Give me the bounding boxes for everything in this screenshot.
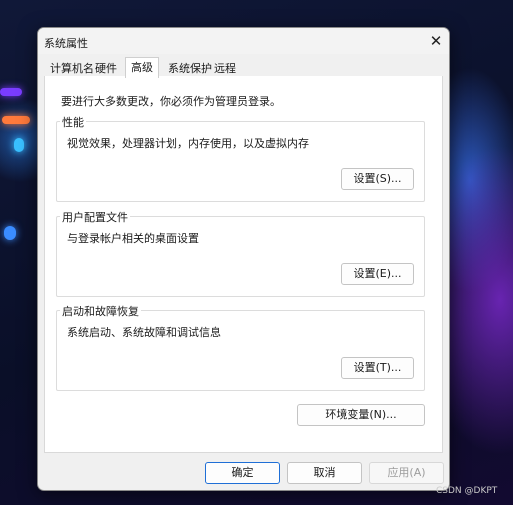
ok-button[interactable]: 确定 [205,462,280,484]
performance-description: 视觉效果，处理器计划，内存使用，以及虚拟内存 [67,137,309,150]
tab-system-protection[interactable]: 系统保护 [165,60,215,77]
user-profiles-settings-button[interactable]: 设置(E)... [341,263,414,285]
system-properties-dialog: 系统属性 ✕ 计算机名 硬件 高级 系统保护 远程 要进行大多数更改，你必须作为… [37,27,450,491]
light-streak [2,116,30,124]
user-profiles-group: 用户配置文件 与登录帐户相关的桌面设置 设置(E)... [56,209,425,297]
environment-variables-button[interactable]: 环境变量(N)... [297,404,425,426]
watermark: CSDN @DKPT [436,486,498,496]
startup-recovery-description: 系统启动、系统故障和调试信息 [67,326,221,339]
admin-note: 要进行大多数更改，你必须作为管理员登录。 [61,95,281,108]
tab-computer-name[interactable]: 计算机名 [47,60,97,77]
performance-label: 性能 [60,114,86,130]
window-title: 系统属性 [44,37,88,50]
light-streak [0,88,22,96]
performance-group: 性能 视觉效果，处理器计划，内存使用，以及虚拟内存 设置(S)... [56,114,425,202]
light-streak [14,138,24,152]
startup-recovery-group: 启动和故障恢复 系统启动、系统故障和调试信息 设置(T)... [56,303,425,391]
tab-remote[interactable]: 远程 [211,60,239,77]
apply-button[interactable]: 应用(A) [369,462,444,484]
user-profiles-description: 与登录帐户相关的桌面设置 [67,232,199,245]
cancel-button[interactable]: 取消 [287,462,362,484]
tab-hardware[interactable]: 硬件 [92,60,120,77]
advanced-tab-panel: 要进行大多数更改，你必须作为管理员登录。 性能 视觉效果，处理器计划，内存使用，… [44,76,443,453]
performance-settings-button[interactable]: 设置(S)... [341,168,414,190]
close-icon[interactable]: ✕ [424,30,448,52]
tab-advanced[interactable]: 高级 [125,57,159,78]
title-bar: 系统属性 ✕ [38,28,449,54]
startup-recovery-label: 启动和故障恢复 [60,303,141,319]
light-streak [4,226,16,240]
startup-recovery-settings-button[interactable]: 设置(T)... [341,357,414,379]
user-profiles-label: 用户配置文件 [60,209,130,225]
